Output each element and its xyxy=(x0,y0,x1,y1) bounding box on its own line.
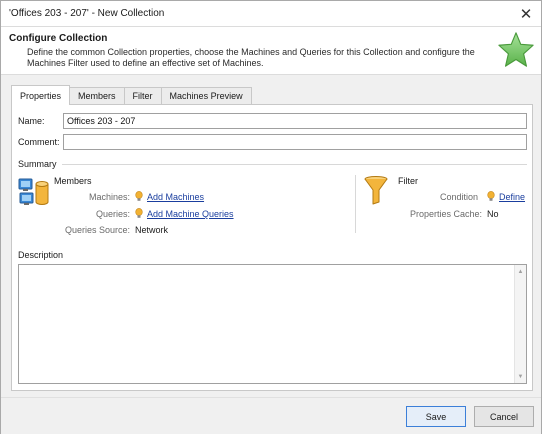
tab-machines-preview[interactable]: Machines Preview xyxy=(160,87,252,104)
summary-column-divider xyxy=(355,175,356,233)
header-title: Configure Collection xyxy=(9,33,108,44)
queries-label: Queries: xyxy=(96,209,131,219)
comment-label: Comment: xyxy=(18,137,60,147)
tab-properties[interactable]: Properties xyxy=(11,85,71,105)
members-heading: Members xyxy=(54,176,92,186)
condition-label: Condition xyxy=(440,192,479,202)
machines-label: Machines: xyxy=(89,192,131,202)
save-button[interactable]: Save xyxy=(406,406,466,427)
computers-database-icon xyxy=(18,178,49,205)
properties-cache-label: Properties Cache: xyxy=(410,209,483,219)
lightbulb-icon xyxy=(135,191,143,201)
properties-cache-value: No xyxy=(487,209,499,219)
description-textarea[interactable]: ▲ ▼ xyxy=(18,264,527,384)
tab-members[interactable]: Members xyxy=(69,87,125,104)
tab-strip: Properties Members Filter Machines Previ… xyxy=(11,85,252,105)
queries-source-label: Queries Source: xyxy=(65,225,131,235)
header-description: Define the common Collection properties,… xyxy=(27,47,475,68)
close-icon[interactable]: ✕ xyxy=(511,1,541,26)
title-bar: 'Offices 203 - 207' - New Collection ✕ xyxy=(1,1,541,27)
summary-heading: Summary xyxy=(18,159,57,169)
queries-source-value: Network xyxy=(135,225,169,235)
add-machine-queries-link[interactable]: Add Machine Queries xyxy=(147,209,234,219)
window-title: 'Offices 203 - 207' - New Collection xyxy=(9,8,165,19)
description-scrollbar[interactable]: ▲ ▼ xyxy=(514,265,526,383)
dialog-footer: Save Cancel xyxy=(1,397,541,434)
dialog-header: Configure Collection Define the common C… xyxy=(1,27,541,75)
summary-divider xyxy=(62,164,527,165)
name-label: Name: xyxy=(18,116,45,126)
add-machines-link[interactable]: Add Machines xyxy=(147,192,204,202)
description-label: Description xyxy=(18,250,64,260)
lightbulb-icon xyxy=(135,208,143,218)
funnel-icon xyxy=(364,176,388,205)
properties-panel: Name: Comment: Summary Members Machines:… xyxy=(11,104,533,391)
scroll-down-icon[interactable]: ▼ xyxy=(515,371,526,382)
filter-heading: Filter xyxy=(398,176,418,186)
define-condition-link[interactable]: Define xyxy=(499,192,525,202)
tab-filter[interactable]: Filter xyxy=(123,87,162,104)
star-icon xyxy=(498,32,534,67)
new-collection-dialog: 'Offices 203 - 207' - New Collection ✕ C… xyxy=(0,0,542,434)
comment-field[interactable] xyxy=(63,134,527,150)
cancel-button[interactable]: Cancel xyxy=(474,406,534,427)
lightbulb-icon xyxy=(487,191,495,201)
scroll-up-icon[interactable]: ▲ xyxy=(515,266,526,277)
name-field[interactable] xyxy=(63,113,527,129)
